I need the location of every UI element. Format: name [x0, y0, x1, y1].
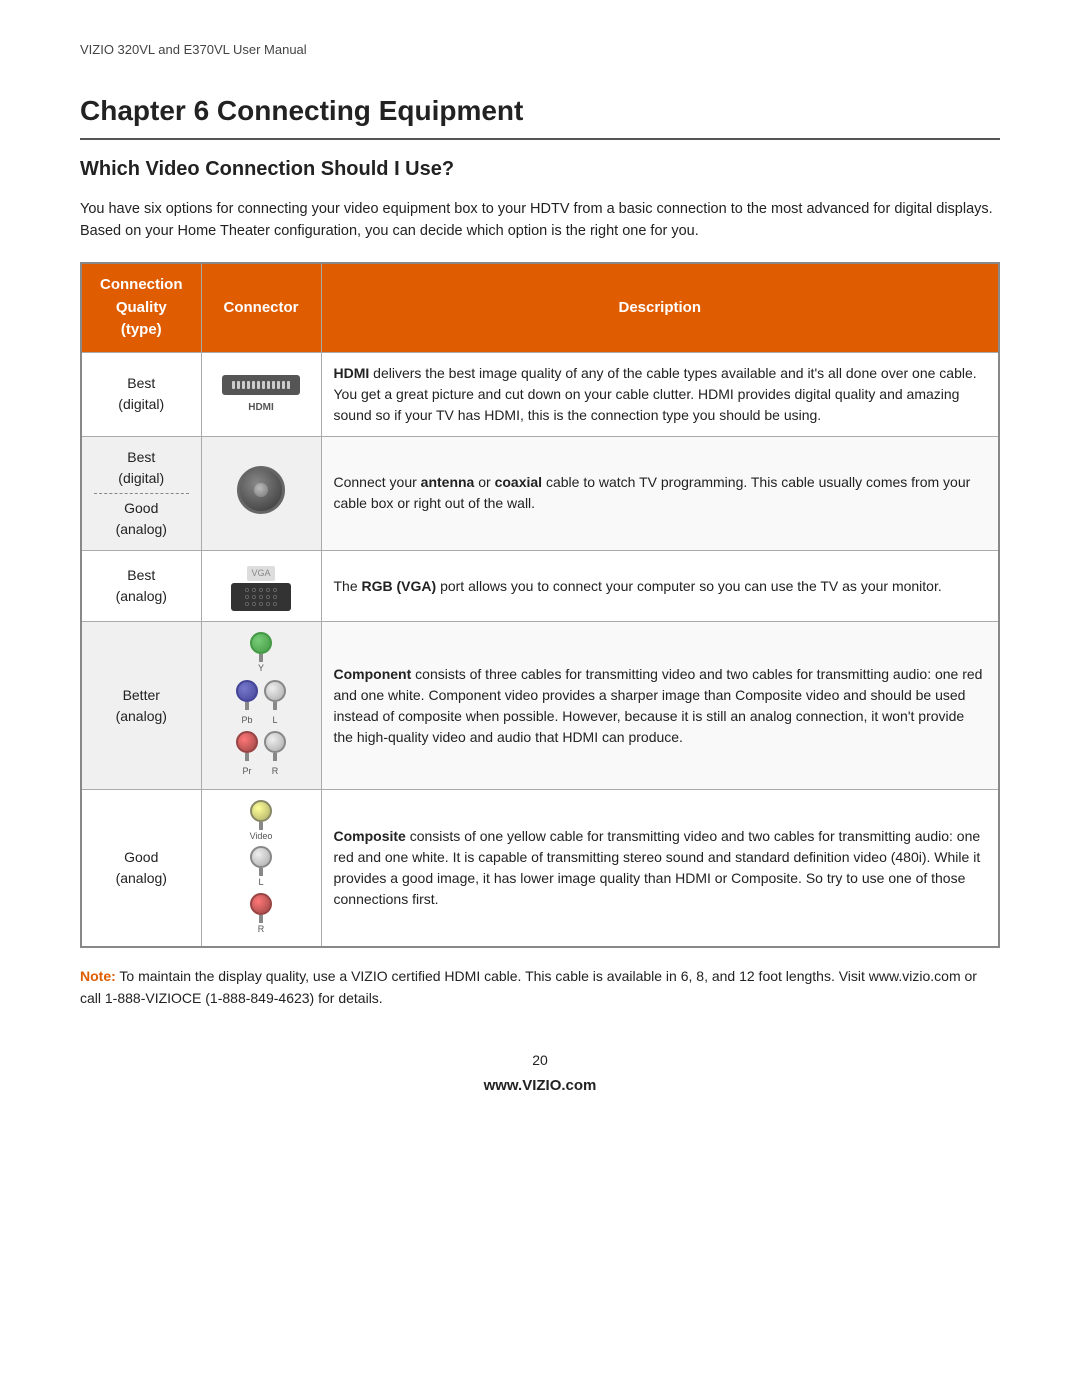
- connector-cell-composite: Video L R: [201, 789, 321, 947]
- col-header-quality: Connection Quality (type): [81, 263, 201, 352]
- vga-connector-icon: VGA: [231, 566, 291, 612]
- quality-cell-vga: Best(analog): [81, 550, 201, 622]
- coax-inner: [254, 483, 268, 497]
- description-cell-coax: Connect your antenna or coaxial cable to…: [321, 436, 999, 550]
- page-footer: 20 www.VIZIO.com: [80, 1050, 1000, 1098]
- coax-connector-icon: [237, 466, 285, 514]
- table-header-row: Connection Quality (type) Connector Desc…: [81, 263, 999, 352]
- quality-cell-hdmi: Best(digital): [81, 352, 201, 436]
- quality-cell-coax: Best(digital) Good(analog): [81, 436, 201, 550]
- dashed-divider: [94, 493, 189, 494]
- description-cell-component: Component consists of three cables for t…: [321, 622, 999, 790]
- connector-cell-hdmi: HDMI: [201, 352, 321, 436]
- col-header-connector: Connector: [201, 263, 321, 352]
- connection-table: Connection Quality (type) Connector Desc…: [80, 262, 1000, 948]
- connector-cell-component: Y Pb L: [201, 622, 321, 790]
- table-row: Best(digital) Good(analog) Connect your …: [81, 436, 999, 550]
- connector-cell-coax: [201, 436, 321, 550]
- hdmi-connector-icon: [222, 375, 300, 395]
- hdmi-label: HDMI: [214, 400, 309, 415]
- page-header: VIZIO 320VL and E370VL User Manual: [80, 40, 1000, 60]
- page-number: 20: [80, 1050, 1000, 1071]
- component-connector-icon: Y Pb L: [214, 632, 309, 779]
- description-cell-composite: Composite consists of one yellow cable f…: [321, 789, 999, 947]
- quality-cell-component: Better(analog): [81, 622, 201, 790]
- description-cell-vga: The RGB (VGA) port allows you to connect…: [321, 550, 999, 622]
- quality-cell-composite: Good(analog): [81, 789, 201, 947]
- description-cell-hdmi: HDMI delivers the best image quality of …: [321, 352, 999, 436]
- manual-title: VIZIO 320VL and E370VL User Manual: [80, 42, 307, 57]
- connector-cell-vga: VGA: [201, 550, 321, 622]
- table-row: Good(analog) Video L: [81, 789, 999, 947]
- section-title: Which Video Connection Should I Use?: [80, 154, 1000, 184]
- intro-text: You have six options for connecting your…: [80, 198, 1000, 243]
- composite-connector-icon: Video L R: [214, 800, 309, 937]
- table-row: Better(analog) Y: [81, 622, 999, 790]
- chapter-title: Chapter 6 Connecting Equipment: [80, 90, 1000, 140]
- table-row: Best(digital) HDMI HDMI delivers the bes…: [81, 352, 999, 436]
- table-row: Best(analog) VGA: [81, 550, 999, 622]
- note-label: Note:: [80, 968, 116, 984]
- col-header-description: Description: [321, 263, 999, 352]
- note-section: Note: To maintain the display quality, u…: [80, 966, 1000, 1009]
- website: www.VIZIO.com: [484, 1077, 597, 1094]
- note-body: To maintain the display quality, use a V…: [80, 968, 977, 1006]
